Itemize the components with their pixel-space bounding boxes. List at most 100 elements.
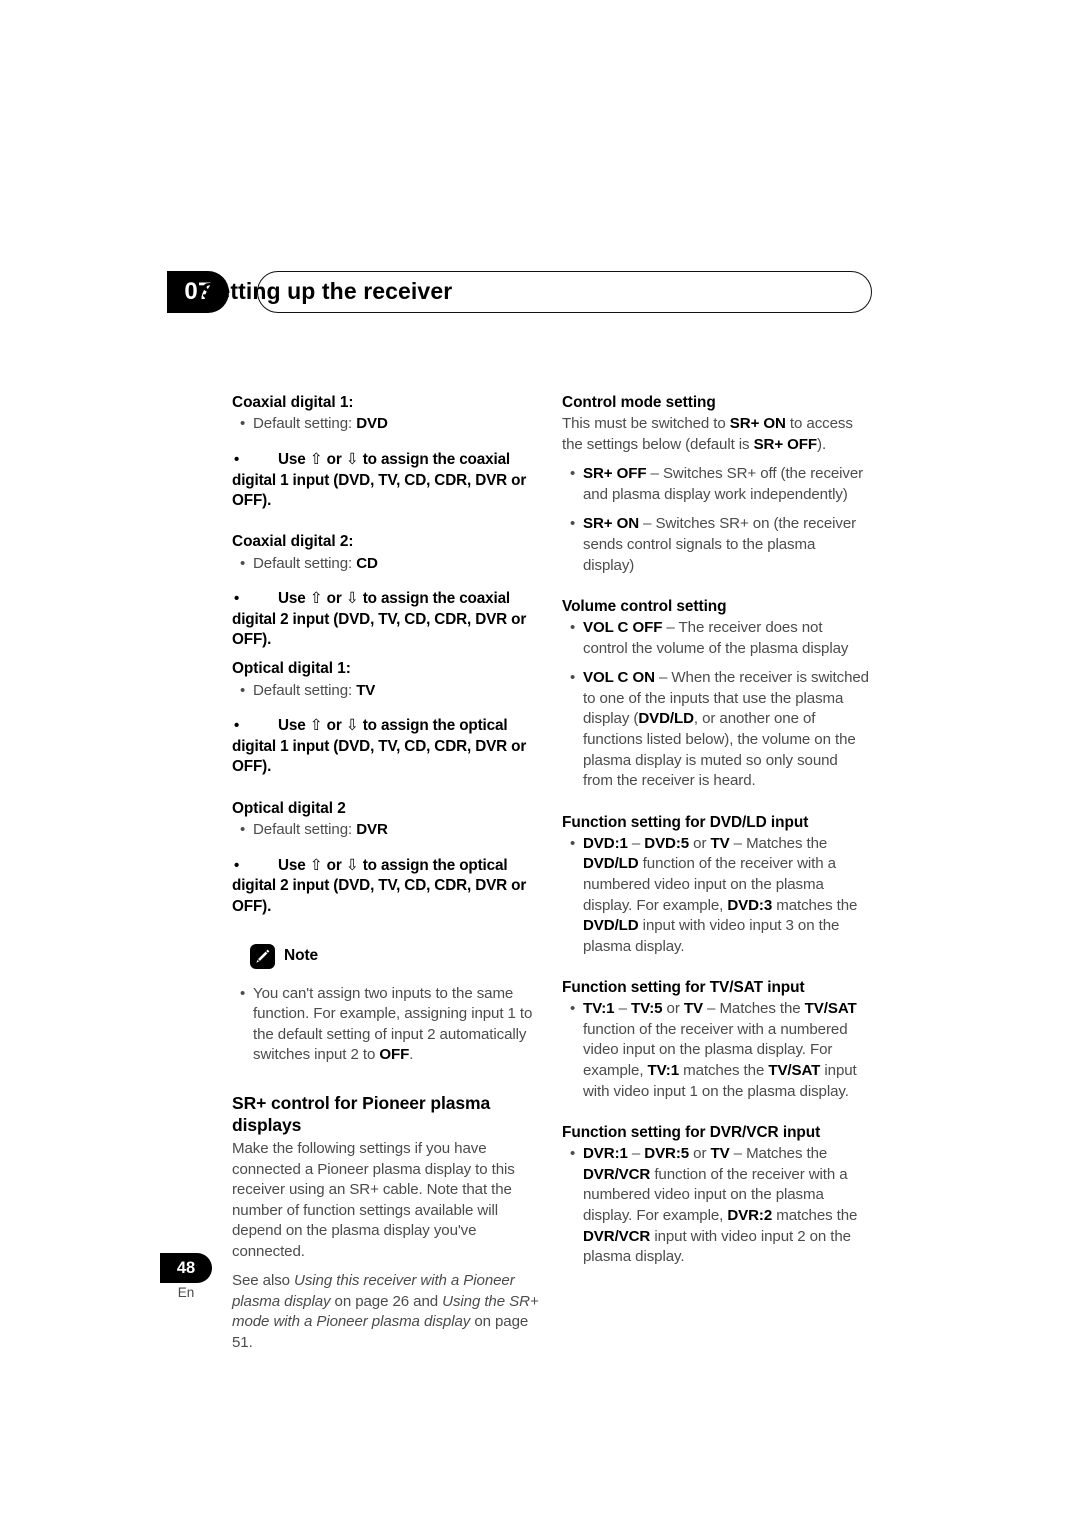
optical1-default-setting: Default setting: TV [232,681,540,702]
dvrvcr-desc-part1: – Matches the [729,1145,828,1163]
dvrvcr-range-end: DVR:5 [644,1145,690,1163]
note-text-bold: OFF [379,1046,410,1064]
tvsat-range-or: or [662,1000,684,1018]
dvrvcr-desc-bold3: DVR/VCR [583,1227,651,1245]
tvsat-desc-bold2: TV:1 [647,1062,680,1079]
coaxial2-instruction-post: to assign the coaxial digital 2 input (D… [232,590,527,649]
coaxial1-default-value: DVD [356,415,388,433]
coaxial1-default-label: Default setting: [253,415,357,433]
heading-optical-digital-2: Optical digital 2 [232,799,346,817]
optical2-instruction-post: to assign the optical digital 2 input (D… [232,856,527,915]
tvsat-desc-bold3: TV/SAT [768,1062,821,1079]
heading-optical-digital-1: Optical digital 1: [232,660,351,678]
arrow-down-icon: ⇩ [345,717,359,735]
note-text-part2: . [409,1046,414,1064]
note-label: Note [284,947,319,965]
dvrvcr-desc-part3: matches the [772,1206,858,1224]
see-also-mid1: on page 26 and [330,1292,443,1310]
optical2-default-setting: Default setting: DVR [232,820,540,841]
coaxial2-instruction: Use ⇧ or ⇩ to assign the coaxial digital… [232,589,540,650]
optical1-instruction-pre: Use [278,717,310,735]
optical2-instruction: Use ⇧ or ⇩ to assign the optical digital… [232,856,540,917]
page-language-label: En [177,1285,195,1300]
dvdld-range-dash: – [627,834,645,852]
pencil-icon [250,943,275,969]
dvrvcr-desc-bold1: DVR/VCR [583,1165,651,1183]
control-mode-intro: This must be switched to SR+ ON to acces… [562,414,870,455]
optical1-default-value: TV [356,681,376,699]
srplus-body: Make the following settings if you have … [232,1140,515,1260]
dvrvcr-range-or: or [689,1145,711,1163]
arrow-up-icon: ⇧ [309,856,323,874]
heading-function-setting-dvrvcr: Function setting for DVR/VCR input [562,1124,821,1142]
control-mode-bullet1-term: SR+ OFF [583,465,647,483]
heading-function-setting-tvsat: Function setting for TV/SAT input [562,979,805,997]
tvsat-range-tv: TV [683,1000,703,1018]
dvdld-range-tv: TV [710,834,730,852]
list-item: SR+ ON – Switches SR+ on (the receiver s… [562,514,870,576]
note-header: Note [250,943,540,969]
dvdld-range-start: DVD:1 [583,834,628,852]
dvdld-desc-bold3: DVD/LD [583,917,639,935]
chapter-header: 07 Setting up the receiver [167,271,872,313]
heading-coaxial-digital-2: Coaxial digital 2: [232,533,354,551]
arrow-up-icon: ⇧ [309,590,323,608]
dvdld-desc-bold1: DVD/LD [583,855,639,873]
coaxial2-instruction-mid: or [322,590,346,608]
list-item: SR+ OFF – Switches SR+ off (the receiver… [562,464,870,505]
heading-srplus-control: SR+ control for Pioneer plasma displays [232,1092,491,1135]
coaxial1-default-setting: Default setting: DVD [232,414,540,435]
list-item: VOL C OFF – The receiver does not contro… [562,618,870,659]
page-number-badge: 48 [160,1253,212,1283]
control-mode-value-on: SR+ ON [729,415,786,433]
dvdld-range-end: DVD:5 [644,834,690,852]
heading-control-mode-setting: Control mode setting [562,394,716,411]
list-item: DVR:1 – DVR:5 or TV – Matches the DVR/VC… [562,1144,870,1267]
dvrvcr-range-dash: – [627,1145,645,1163]
dvdld-desc-part3: matches the [772,896,858,914]
note-text: You can't assign two inputs to the same … [232,984,540,1066]
tvsat-range-end: TV:5 [630,1000,663,1018]
control-mode-intro-part3: ). [817,435,827,453]
volume-bullet1-term: VOL C OFF [583,619,663,637]
optical2-default-value: DVR [356,821,388,839]
optical1-instruction-post: to assign the optical digital 1 input (D… [232,717,527,776]
arrow-up-icon: ⇧ [309,717,323,735]
tvsat-desc-bold1: TV/SAT [804,1000,857,1018]
list-item: VOL C ON – When the receiver is switched… [562,668,870,791]
tvsat-range-start: TV:1 [583,1000,615,1018]
left-column: Coaxial digital 1: Default setting: DVD … [232,393,540,1353]
coaxial2-default-value: CD [356,554,378,572]
tvsat-range-dash: – [614,1000,631,1018]
control-mode-value-off: SR+ OFF [753,435,818,453]
arrow-up-icon: ⇧ [309,450,323,468]
optical2-instruction-pre: Use [278,856,310,874]
coaxial1-instruction: Use ⇧ or ⇩ to assign the coaxial digital… [232,450,540,511]
dvdld-range-or: or [689,834,711,852]
right-column: Control mode setting This must be switch… [562,393,870,1268]
heading-function-setting-dvdld: Function setting for DVD/LD input [562,813,809,831]
tvsat-desc-part3: matches the [679,1062,769,1079]
optical1-instruction: Use ⇧ or ⇩ to assign the optical digital… [232,716,540,777]
dvrvcr-range-tv: TV [710,1145,730,1163]
heading-volume-control-setting: Volume control setting [562,598,727,616]
control-mode-intro-part1: This must be switched to [562,415,730,433]
coaxial1-instruction-pre: Use [278,450,310,468]
coaxial1-instruction-post: to assign the coaxial digital 1 input (D… [232,450,527,509]
dvrvcr-range-start: DVR:1 [583,1145,628,1163]
volume-bullet2-bold: DVD/LD [638,710,694,728]
list-item: TV:1 – TV:5 or TV – Matches the TV/SAT f… [562,999,870,1102]
coaxial2-default-setting: Default setting: CD [232,554,540,575]
coaxial1-instruction-mid: or [322,450,346,468]
page-title: Setting up the receiver [202,278,453,304]
page-footer: 48 En [160,1253,280,1300]
volume-bullet2-term: VOL C ON [583,669,655,687]
tvsat-desc-part1: – Matches the [702,1000,805,1018]
control-mode-bullet2-term: SR+ ON [583,515,640,533]
coaxial2-instruction-pre: Use [278,590,310,608]
dvrvcr-desc-bold2: DVR:2 [727,1206,773,1224]
list-item: DVD:1 – DVD:5 or TV – Matches the DVD/LD… [562,834,870,957]
optical2-instruction-mid: or [322,856,346,874]
arrow-down-icon: ⇩ [345,450,359,468]
optical1-default-label: Default setting: [253,681,357,699]
